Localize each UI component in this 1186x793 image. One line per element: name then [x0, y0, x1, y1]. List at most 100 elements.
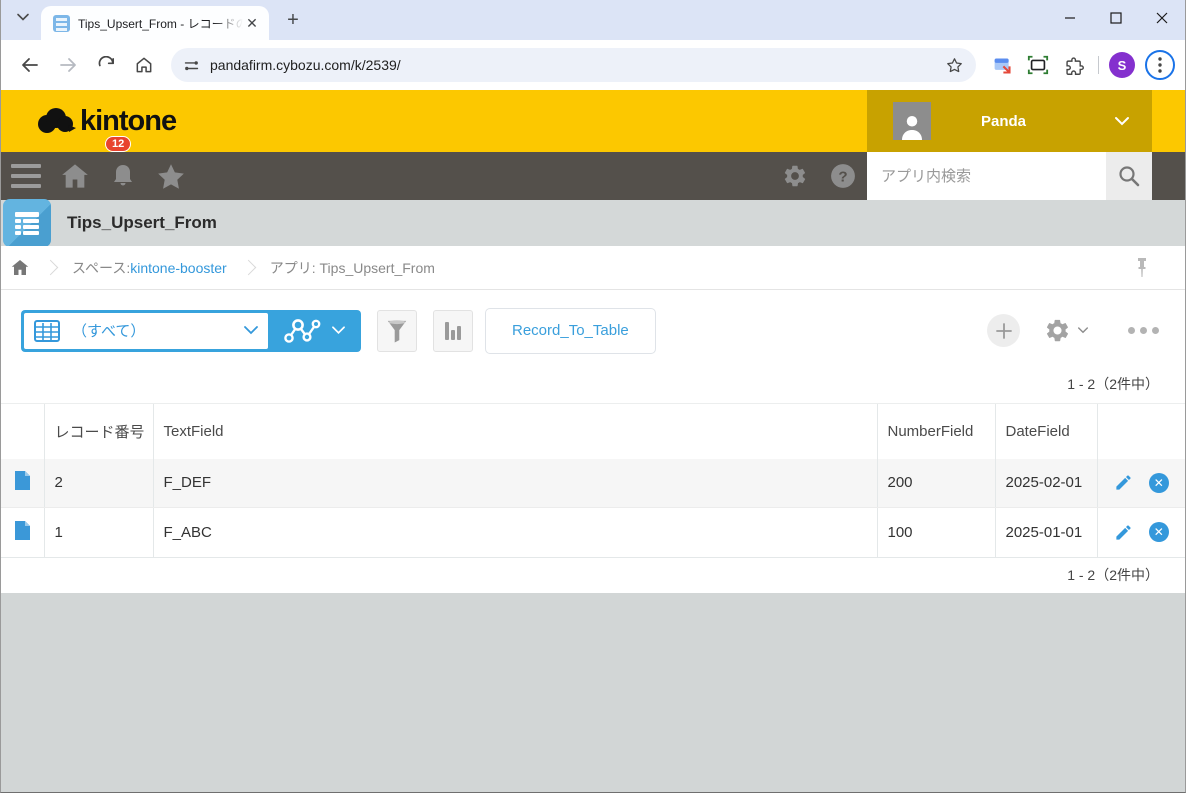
cell-number-field: 200 — [876, 458, 995, 508]
cell-text-field: F_DEF — [152, 458, 877, 508]
app-icon[interactable] — [3, 199, 51, 247]
kintone-header: kintone Panda — [1, 90, 1185, 152]
settings-gear-icon[interactable] — [771, 152, 819, 200]
pagination-top: 1 - 2（2件中） — [1, 365, 1185, 403]
breadcrumb-separator-icon — [240, 259, 257, 276]
user-avatar-icon — [893, 102, 931, 140]
header-number-field[interactable]: NumberField — [876, 403, 995, 459]
header-actions — [1096, 403, 1185, 459]
tab-favicon-icon — [53, 14, 70, 32]
record-table: レコード番号 TextField NumberField DateField 2… — [1, 403, 1185, 557]
extensions-puzzle-icon[interactable] — [1059, 50, 1089, 80]
breadcrumb-home-icon[interactable] — [11, 259, 29, 276]
record-detail-icon[interactable] — [1, 458, 44, 508]
pagination-bottom: 1 - 2（2件中） — [1, 556, 1185, 593]
record-to-table-button[interactable]: Record_To_Table — [485, 307, 656, 354]
user-panel[interactable]: Panda — [867, 90, 1152, 152]
bar-chart-icon — [445, 321, 461, 340]
favorites-star-icon[interactable] — [147, 152, 195, 200]
graph-chevron-icon — [332, 326, 345, 335]
cell-date-field: 2025-02-01 — [994, 458, 1097, 508]
view-chevron-icon — [244, 326, 258, 335]
tab-close-icon[interactable]: ✕ — [243, 14, 261, 32]
back-icon[interactable] — [13, 48, 47, 82]
tab-search-caret-icon[interactable] — [9, 3, 37, 31]
graph-icon — [284, 318, 321, 343]
breadcrumb-space-link[interactable]: kintone-booster — [130, 260, 227, 276]
view-dropdown[interactable]: （すべて） — [24, 312, 268, 349]
search-button[interactable] — [1106, 152, 1152, 200]
chart-button[interactable] — [433, 309, 473, 352]
hamburger-menu-icon[interactable] — [11, 164, 41, 188]
record-detail-icon[interactable] — [1, 508, 44, 557]
breadcrumb: スペース: kintone-booster アプリ: Tips_Upsert_F… — [1, 246, 1185, 290]
screen-capture-icon[interactable] — [1023, 50, 1053, 80]
table-header-row: レコード番号 TextField NumberField DateField — [1, 403, 1185, 459]
home-icon[interactable] — [127, 48, 161, 82]
kintone-cloud-icon — [38, 108, 76, 133]
delete-record-icon[interactable]: ✕ — [1148, 522, 1169, 543]
page-footer — [1, 592, 1185, 792]
view-toolbar: （すべて） Record_To_Table — [1, 290, 1185, 365]
cell-record-number: 1 — [43, 507, 153, 557]
edit-record-icon[interactable] — [1114, 473, 1133, 492]
magnifier-icon — [1119, 166, 1140, 187]
minimize-button[interactable] — [1047, 0, 1093, 36]
view-name: （すべて） — [72, 323, 146, 340]
filter-button[interactable] — [377, 309, 417, 352]
cell-number-field: 100 — [876, 507, 995, 557]
view-selector[interactable]: （すべて） — [21, 309, 361, 352]
table-row[interactable]: 1 F_ABC 100 2025-01-01 ✕ — [1, 507, 1185, 557]
app-settings-gear-icon — [1046, 319, 1069, 342]
close-button[interactable] — [1139, 0, 1185, 36]
plus-icon — [995, 322, 1012, 339]
app-search-input[interactable] — [867, 152, 1106, 200]
more-options-icon[interactable] — [1128, 327, 1159, 334]
kintone-logo[interactable]: kintone — [35, 105, 177, 138]
table-row[interactable]: 2 F_DEF 200 2025-02-01 ✕ — [1, 458, 1185, 508]
header-icon-col — [1, 403, 44, 459]
url-text[interactable]: pandafirm.cybozu.com/k/2539/ — [210, 57, 945, 73]
table-view-icon — [34, 319, 60, 342]
browser-tab[interactable]: Tips_Upsert_From - レコードの一覧 ✕ — [41, 6, 269, 40]
header-date-field[interactable]: DateField — [994, 403, 1097, 459]
chrome-menu-icon[interactable] — [1145, 50, 1175, 80]
breadcrumb-separator-icon — [42, 259, 59, 276]
notifications-bell-icon[interactable]: 12 — [99, 136, 147, 200]
tab-strip: Tips_Upsert_From - レコードの一覧 ✕ + — [1, 0, 1185, 40]
pin-icon[interactable] — [1135, 258, 1149, 278]
add-record-button[interactable] — [987, 314, 1020, 347]
user-name: Panda — [981, 112, 1027, 130]
edit-record-icon[interactable] — [1114, 523, 1133, 542]
site-settings-icon[interactable] — [183, 57, 200, 74]
delete-record-icon[interactable]: ✕ — [1148, 472, 1169, 493]
header-record-number[interactable]: レコード番号 — [43, 403, 153, 459]
forward-icon[interactable] — [51, 48, 85, 82]
app-settings-menu[interactable] — [1044, 317, 1088, 344]
window-controls — [1047, 0, 1185, 36]
app-title: Tips_Upsert_From — [67, 213, 217, 232]
reload-icon[interactable] — [89, 48, 123, 82]
profile-avatar[interactable]: S — [1109, 52, 1135, 78]
maximize-button[interactable] — [1093, 0, 1139, 36]
new-tab-button[interactable]: + — [279, 6, 307, 34]
global-nav: 12 ? — [1, 136, 1185, 200]
breadcrumb-space-prefix: スペース: — [72, 259, 131, 276]
breadcrumb-app-item: アプリ: Tips_Upsert_From — [269, 259, 435, 276]
address-bar[interactable]: pandafirm.cybozu.com/k/2539/ — [171, 48, 976, 82]
app-title-bar: Tips_Upsert_From — [1, 199, 1185, 247]
notification-count-badge: 12 — [105, 136, 132, 152]
header-text-field[interactable]: TextField — [152, 403, 877, 459]
bookmark-star-icon[interactable] — [945, 56, 964, 75]
extension-panel-icon[interactable] — [987, 50, 1017, 80]
cell-record-number: 2 — [43, 458, 153, 508]
svg-text:?: ? — [838, 168, 847, 185]
nav-spacer — [1152, 152, 1185, 200]
user-menu-chevron-icon — [1115, 117, 1129, 126]
portal-home-icon[interactable] — [51, 152, 99, 200]
cell-text-field: F_ABC — [152, 507, 877, 557]
toolbar-divider — [1098, 56, 1099, 74]
graph-menu[interactable] — [268, 310, 361, 352]
cell-date-field: 2025-01-01 — [994, 507, 1097, 557]
help-icon[interactable]: ? — [819, 152, 867, 200]
